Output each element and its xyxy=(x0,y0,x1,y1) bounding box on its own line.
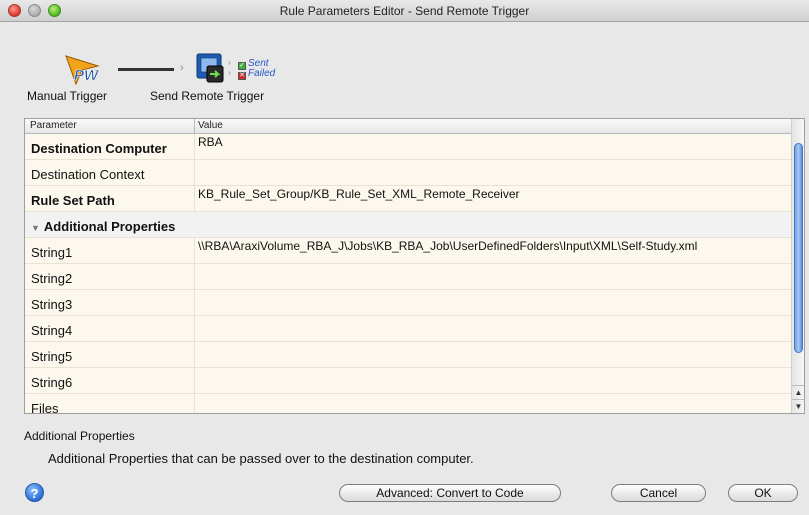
column-header-parameter[interactable]: Parameter xyxy=(30,120,77,131)
table-row[interactable]: String6 xyxy=(25,368,791,394)
parameter-name-cell: String2 xyxy=(25,264,195,289)
x-icon: ✕ xyxy=(238,72,246,80)
svg-text:›: › xyxy=(95,66,98,76)
window-title: Rule Parameters Editor - Send Remote Tri… xyxy=(279,4,530,18)
parameter-name-cell: String4 xyxy=(25,316,195,341)
parameter-value-cell[interactable] xyxy=(196,342,791,367)
sent-arrow-icon: › xyxy=(228,58,231,67)
convert-to-code-button[interactable]: Advanced: Convert to Code xyxy=(339,484,561,502)
parameter-value-cell[interactable] xyxy=(196,160,791,185)
connector-line xyxy=(118,68,174,71)
group-label: Additional Properties xyxy=(43,219,176,234)
table-header: Parameter Value xyxy=(25,119,791,134)
title-bar: Rule Parameters Editor - Send Remote Tri… xyxy=(0,0,809,22)
failed-arrow-icon: › xyxy=(228,68,231,77)
column-header-value[interactable]: Value xyxy=(198,120,223,131)
cancel-button[interactable]: Cancel xyxy=(611,484,706,502)
table-row[interactable]: String5 xyxy=(25,342,791,368)
ok-button[interactable]: OK xyxy=(728,484,798,502)
table-row[interactable]: String3 xyxy=(25,290,791,316)
vertical-scrollbar[interactable]: ▲ ▼ xyxy=(791,119,804,413)
send-remote-trigger-label: Send Remote Trigger xyxy=(150,89,265,103)
parameter-value-cell[interactable] xyxy=(196,264,791,289)
table-row[interactable]: String4 xyxy=(25,316,791,342)
connector-arrow-icon: › xyxy=(180,62,184,74)
parameter-name-cell: String1 xyxy=(25,238,195,263)
description-text: Additional Properties that can be passed… xyxy=(48,451,474,466)
table-row[interactable]: String2 xyxy=(25,264,791,290)
pw-trigger-icon[interactable]: PW › xyxy=(64,52,104,86)
help-button[interactable]: ? xyxy=(25,483,44,502)
parameter-value-cell[interactable]: RBA xyxy=(196,134,791,159)
parameter-value-cell[interactable] xyxy=(196,316,791,341)
table-row[interactable]: Destination Computer RBA xyxy=(25,134,791,160)
parameter-value-cell[interactable] xyxy=(196,290,791,315)
parameter-name-cell: Destination Computer xyxy=(25,134,195,159)
scrollbar-thumb[interactable] xyxy=(794,143,803,353)
parameter-name-cell: String6 xyxy=(25,368,195,393)
parameter-name-cell: Files xyxy=(25,394,195,413)
parameter-name-cell: String5 xyxy=(25,342,195,367)
parameter-name-cell: Destination Context xyxy=(25,160,195,185)
parameter-value-cell[interactable] xyxy=(196,368,791,393)
scroll-down-arrow-icon[interactable]: ▼ xyxy=(792,399,804,412)
parameter-value-cell[interactable] xyxy=(196,394,791,413)
table-row[interactable]: String1 \\RBA\AraxiVolume_RBA_J\Jobs\KB_R… xyxy=(25,238,791,264)
manual-trigger-label: Manual Trigger xyxy=(27,89,108,103)
group-row-additional-properties[interactable]: ▼ Additional Properties xyxy=(25,212,791,238)
parameter-table[interactable]: Parameter Value Destination Computer RBA D… xyxy=(24,118,805,414)
table-row[interactable]: Destination Context xyxy=(25,160,791,186)
description-title: Additional Properties xyxy=(24,429,135,443)
table-row[interactable]: Files xyxy=(25,394,791,413)
table-row[interactable]: Rule Set Path KB_Rule_Set_Group/KB_Rule_S… xyxy=(25,186,791,212)
scroll-up-arrow-icon[interactable]: ▲ xyxy=(792,385,804,398)
table-rows: Destination Computer RBA Destination Conte… xyxy=(25,134,791,413)
parameter-name-cell: Rule Set Path xyxy=(25,186,195,211)
parameter-value-cell[interactable]: \\RBA\AraxiVolume_RBA_J\Jobs\KB_RBA_Job\… xyxy=(196,238,791,263)
parameter-value-cell[interactable]: KB_Rule_Set_Group/KB_Rule_Set_XML_Remote… xyxy=(196,186,791,211)
status-failed: ✕ Failed xyxy=(238,68,276,80)
parameter-name-cell: String3 xyxy=(25,290,195,315)
